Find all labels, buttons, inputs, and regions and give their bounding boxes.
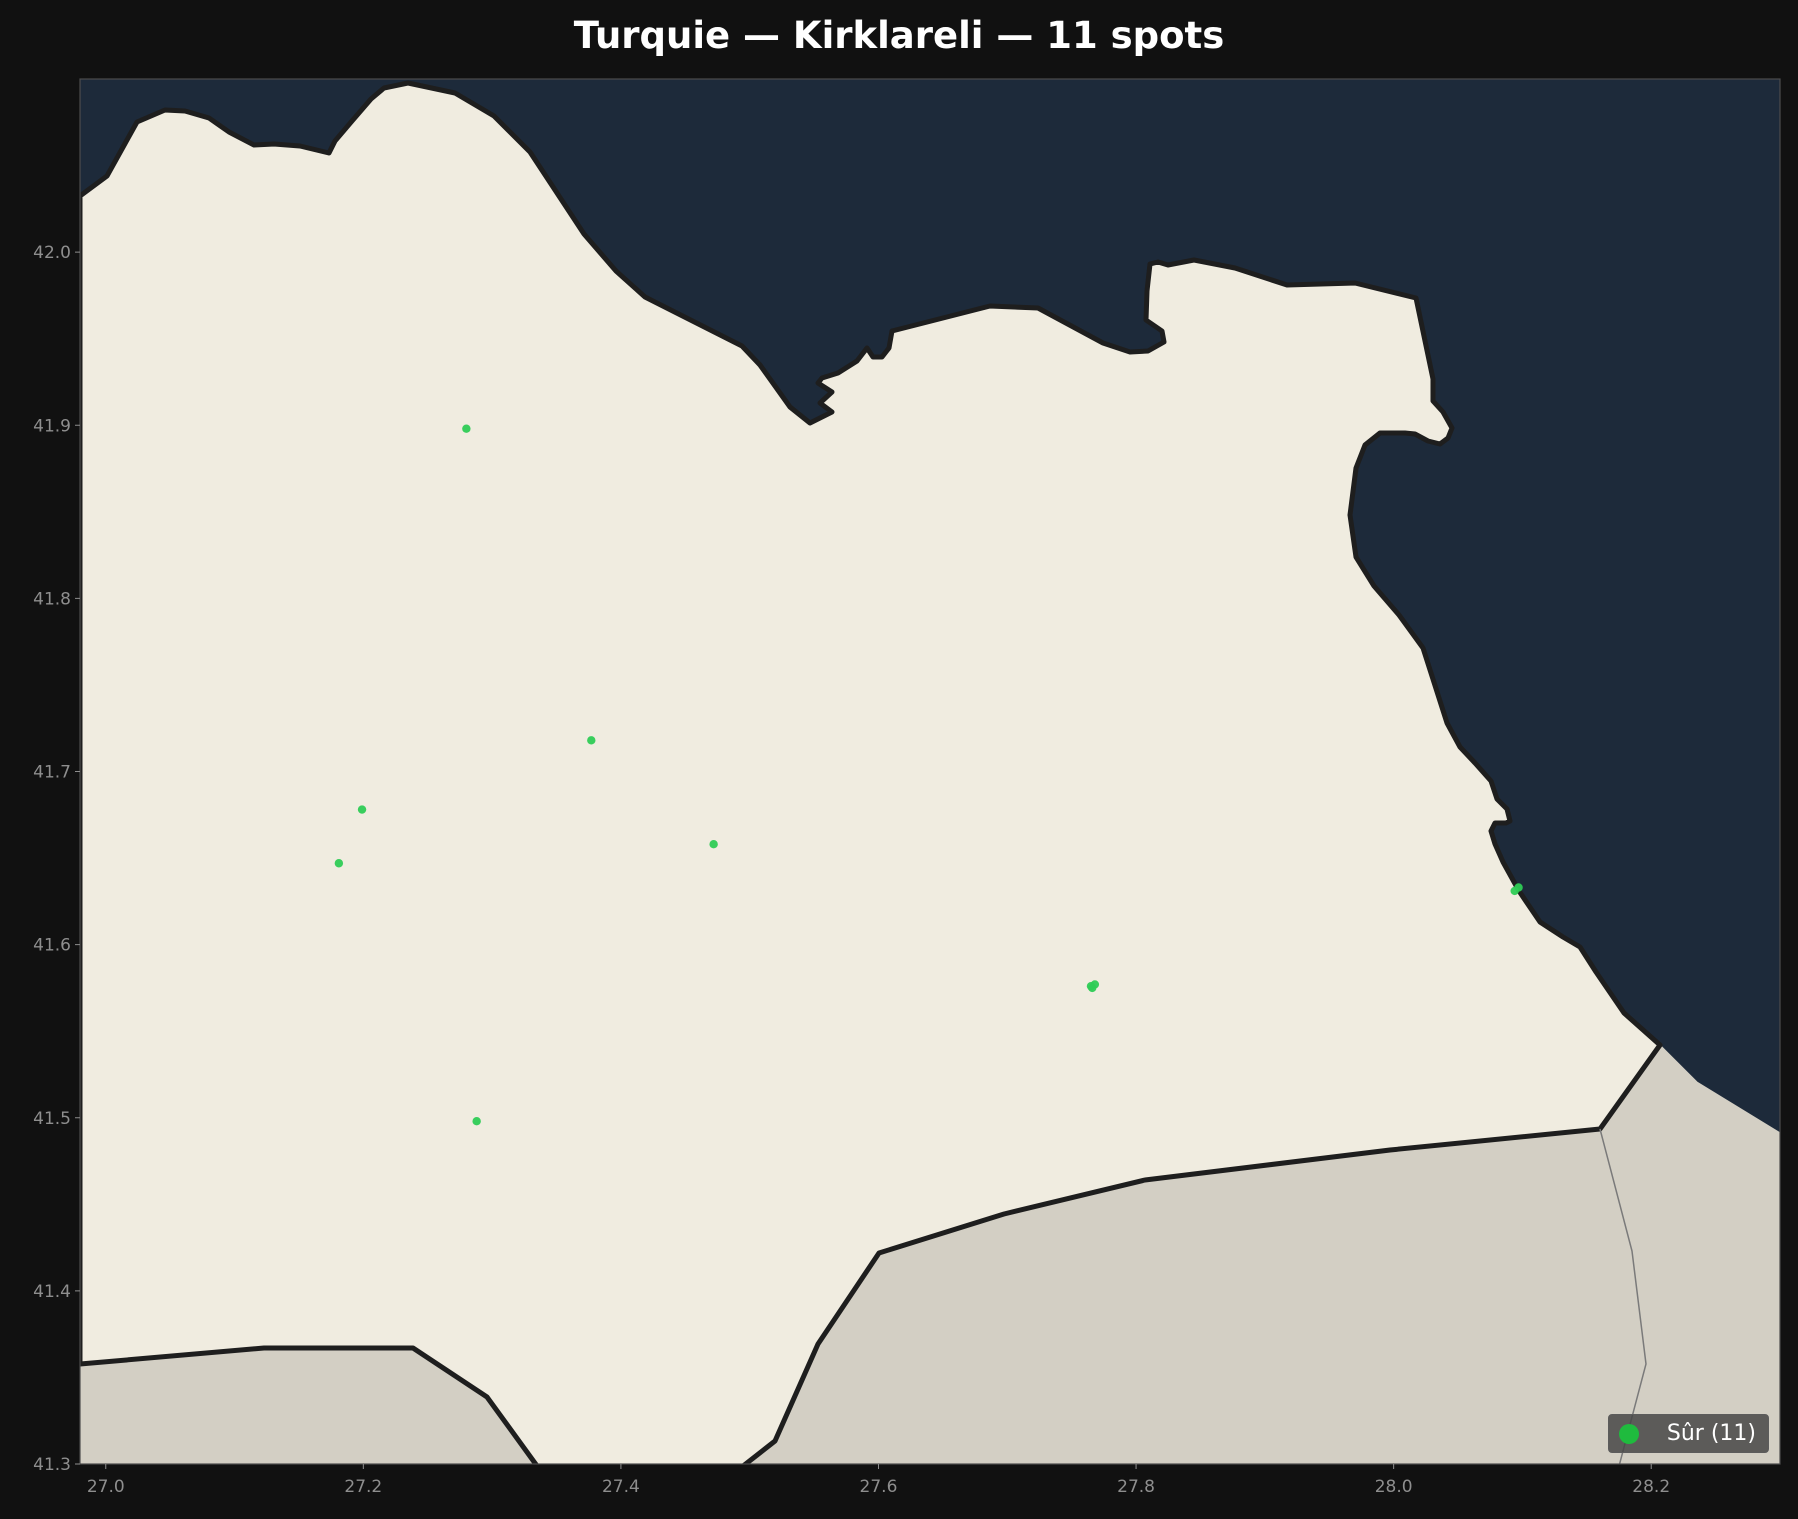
y-tick-label: 41.6 xyxy=(33,936,71,956)
x-tick-label: 28.2 xyxy=(1632,1477,1670,1497)
map-canvas: 27.0 27.2 27.4 27.6 27.8 28.0 28.2 41.341.441.… xyxy=(33,78,1781,1497)
y-axis: 41.3 41.4 41.5 41.6 41.7 41.8 41.9 42.0 xyxy=(33,243,80,1475)
spot-marker[interactable] xyxy=(1088,983,1097,993)
x-tick-label: 27.4 xyxy=(602,1477,640,1497)
legend-label: Sûr (11) xyxy=(1666,1421,1756,1446)
spot-marker[interactable] xyxy=(587,736,596,745)
y-tick-label: 41.3 xyxy=(33,1455,71,1475)
y-tick-label: 41.5 xyxy=(33,1109,71,1129)
spot-marker[interactable] xyxy=(1514,883,1523,892)
spot-marker[interactable] xyxy=(357,805,367,814)
x-tick-label: 27.0 xyxy=(87,1477,125,1497)
y-tick-label: 41.8 xyxy=(33,589,71,609)
y-tick-label: 41.7 xyxy=(33,763,71,783)
x-tick-label: 28.0 xyxy=(1375,1477,1413,1497)
spot-marker[interactable] xyxy=(472,1117,481,1126)
spot-marker[interactable] xyxy=(462,424,471,433)
y-tick-label: 42.0 xyxy=(33,243,71,263)
legend: Sûr (11) xyxy=(1607,1414,1769,1453)
y-tick-label: 41.9 xyxy=(33,416,71,436)
y-tick-label: 41.4 xyxy=(33,1282,71,1302)
x-tick-label: 27.8 xyxy=(1117,1477,1155,1497)
x-tick-label: 27.2 xyxy=(344,1477,382,1497)
spot-marker[interactable] xyxy=(334,859,344,868)
x-axis: 27.0 27.2 27.4 27.6 27.8 28.0 28.2 xyxy=(87,1464,1670,1497)
legend-marker xyxy=(1618,1423,1639,1444)
x-tick-label: 27.6 xyxy=(860,1477,898,1497)
spot-marker[interactable] xyxy=(709,840,718,849)
